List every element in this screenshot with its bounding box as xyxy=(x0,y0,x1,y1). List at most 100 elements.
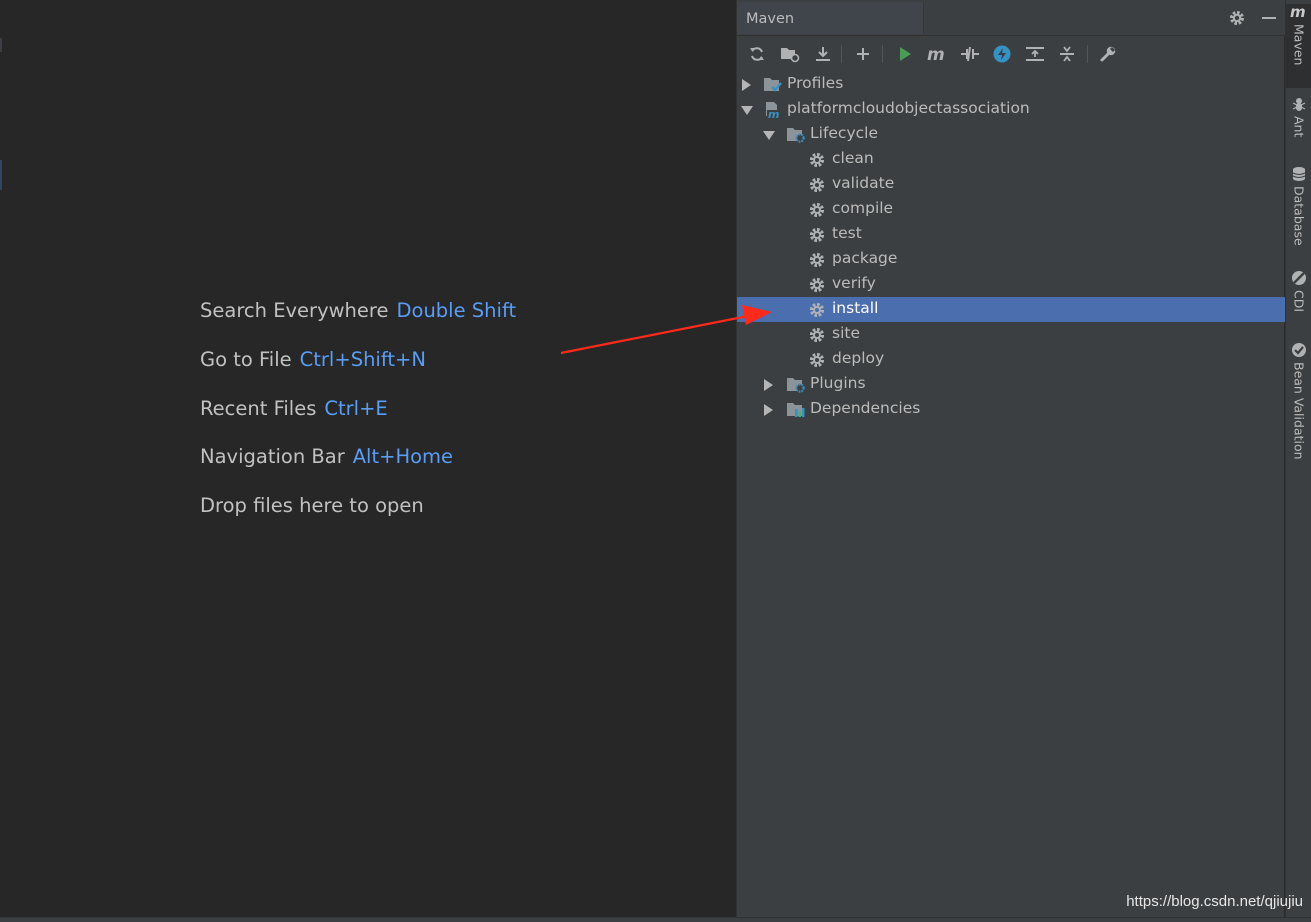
lifecycle-goal-install[interactable]: install xyxy=(737,297,1285,322)
gear-icon[interactable] xyxy=(1227,8,1247,28)
show-dependencies-icon[interactable] xyxy=(1023,42,1047,66)
watermark-url: https://blog.csdn.net/qjiujiu xyxy=(1126,893,1303,910)
gear-icon xyxy=(808,151,826,169)
goal-label: compile xyxy=(832,199,894,217)
database-icon xyxy=(1292,167,1306,181)
goal-label: test xyxy=(832,224,862,242)
expand-arrow-icon[interactable] xyxy=(764,404,773,416)
gear-icon xyxy=(808,201,826,219)
tree-node-project[interactable]: m platformcloudobjectassociation xyxy=(737,97,1285,122)
expand-arrow-icon[interactable] xyxy=(742,79,751,91)
ant-icon xyxy=(1292,98,1306,111)
maven-toolbar: m xyxy=(737,37,1285,69)
lifecycle-folder-icon xyxy=(786,126,805,144)
toolbar-separator xyxy=(1087,45,1088,63)
goal-label: verify xyxy=(832,274,876,292)
toolbar-separator xyxy=(841,45,842,63)
tree-node-plugins[interactable]: Plugins xyxy=(737,372,1285,397)
gear-icon xyxy=(808,301,826,319)
stripe-tab-ant[interactable]: Ant xyxy=(1286,96,1311,156)
cdi-icon xyxy=(1292,271,1306,285)
goal-label: install xyxy=(832,299,879,317)
goal-label: package xyxy=(832,249,898,267)
maven-title-tab[interactable]: Maven xyxy=(737,2,924,34)
maven-header: Maven xyxy=(737,0,1285,36)
gear-icon xyxy=(808,326,826,344)
stripe-tab-label: CDI xyxy=(1291,290,1307,313)
profiles-folder-icon xyxy=(763,76,782,94)
left-gutter-marker xyxy=(0,160,2,190)
tree-node-lifecycle[interactable]: Lifecycle xyxy=(737,122,1285,147)
gear-icon xyxy=(808,351,826,369)
svg-text:m: m xyxy=(768,108,779,119)
expand-arrow-icon[interactable] xyxy=(764,379,773,391)
bottom-status-strip xyxy=(0,917,1311,922)
lifecycle-goal-clean[interactable]: clean xyxy=(737,147,1285,172)
lifecycle-goal-site[interactable]: site xyxy=(737,322,1285,347)
lifecycle-goal-verify[interactable]: verify xyxy=(737,272,1285,297)
hint-label: Navigation Bar xyxy=(200,445,345,468)
goal-label: deploy xyxy=(832,349,885,367)
maven-tool-window: Maven m Profiles m platformcloudobjectas… xyxy=(736,0,1285,917)
stripe-tab-maven[interactable]: m Maven xyxy=(1286,4,1311,88)
stripe-tab-label: Ant xyxy=(1291,116,1307,138)
reload-icon[interactable] xyxy=(745,42,769,66)
maven-project-icon: m xyxy=(763,101,781,121)
settings-wrench-icon[interactable] xyxy=(1096,42,1120,66)
gear-icon xyxy=(808,276,826,294)
dependencies-folder-icon xyxy=(786,401,805,419)
hint-shortcut: Double Shift xyxy=(396,299,517,322)
collapse-arrow-icon[interactable] xyxy=(763,131,775,140)
hint-shortcut: Ctrl+E xyxy=(324,397,388,420)
stripe-tab-label: Maven xyxy=(1291,24,1307,66)
hint-label: Recent Files xyxy=(200,397,317,420)
lifecycle-goal-compile[interactable]: compile xyxy=(737,197,1285,222)
execute-goal-icon[interactable]: m xyxy=(925,42,949,66)
hint-navigation-bar: Navigation Bar Alt+Home xyxy=(200,445,453,468)
download-icon[interactable] xyxy=(811,42,835,66)
lifecycle-goal-validate[interactable]: validate xyxy=(737,172,1285,197)
stripe-tab-bean-validation[interactable]: Bean Validation xyxy=(1286,342,1311,466)
collapse-all-icon[interactable] xyxy=(1055,42,1079,66)
lifecycle-goal-deploy[interactable]: deploy xyxy=(737,347,1285,372)
gear-icon xyxy=(808,226,826,244)
lifecycle-goal-test[interactable]: test xyxy=(737,222,1285,247)
toggle-offline-icon[interactable] xyxy=(958,42,982,66)
tree-node-label: Dependencies xyxy=(810,399,921,417)
stripe-tab-cdi[interactable]: CDI xyxy=(1286,270,1311,326)
collapse-arrow-icon[interactable] xyxy=(741,106,753,115)
tree-node-label: Lifecycle xyxy=(810,124,878,142)
tree-node-dependencies[interactable]: Dependencies xyxy=(737,397,1285,422)
tree-node-label: Profiles xyxy=(787,74,844,92)
run-icon[interactable] xyxy=(893,42,917,66)
tree-node-profiles[interactable]: Profiles xyxy=(737,72,1285,97)
minimize-icon[interactable] xyxy=(1259,8,1279,28)
generate-sources-icon[interactable] xyxy=(778,42,802,66)
hint-label: Drop files here to open xyxy=(200,494,424,517)
add-icon[interactable] xyxy=(851,42,875,66)
goal-label: site xyxy=(832,324,860,342)
stripe-tab-label: Bean Validation xyxy=(1291,362,1307,460)
plugins-folder-icon xyxy=(786,376,805,394)
right-tool-stripe: m Maven Ant Database CDI Bean Validation xyxy=(1285,0,1311,917)
maven-m-icon: m xyxy=(1290,4,1306,20)
hint-label: Go to File xyxy=(200,348,292,371)
left-gutter-marker xyxy=(0,38,2,52)
lifecycle-goal-package[interactable]: package xyxy=(737,247,1285,272)
maven-title: Maven xyxy=(746,11,795,27)
editor-empty-area: Search Everywhere Double Shift Go to File… xyxy=(0,0,736,917)
toolbar-separator xyxy=(882,45,883,63)
hint-shortcut: Ctrl+Shift+N xyxy=(299,348,426,371)
svg-text:m: m xyxy=(927,45,945,63)
hint-shortcut: Alt+Home xyxy=(352,445,454,468)
hint-go-to-file: Go to File Ctrl+Shift+N xyxy=(200,348,426,371)
tree-node-label: platformcloudobjectassociation xyxy=(787,99,1030,117)
hint-search-everywhere: Search Everywhere Double Shift xyxy=(200,299,516,322)
hint-drop-files: Drop files here to open xyxy=(200,494,424,517)
bean-validation-icon xyxy=(1292,343,1306,357)
skip-tests-icon[interactable] xyxy=(990,42,1014,66)
stripe-tab-database[interactable]: Database xyxy=(1286,166,1311,256)
stripe-tab-label: Database xyxy=(1291,186,1307,246)
goal-label: validate xyxy=(832,174,895,192)
svg-text:m: m xyxy=(1290,4,1306,20)
